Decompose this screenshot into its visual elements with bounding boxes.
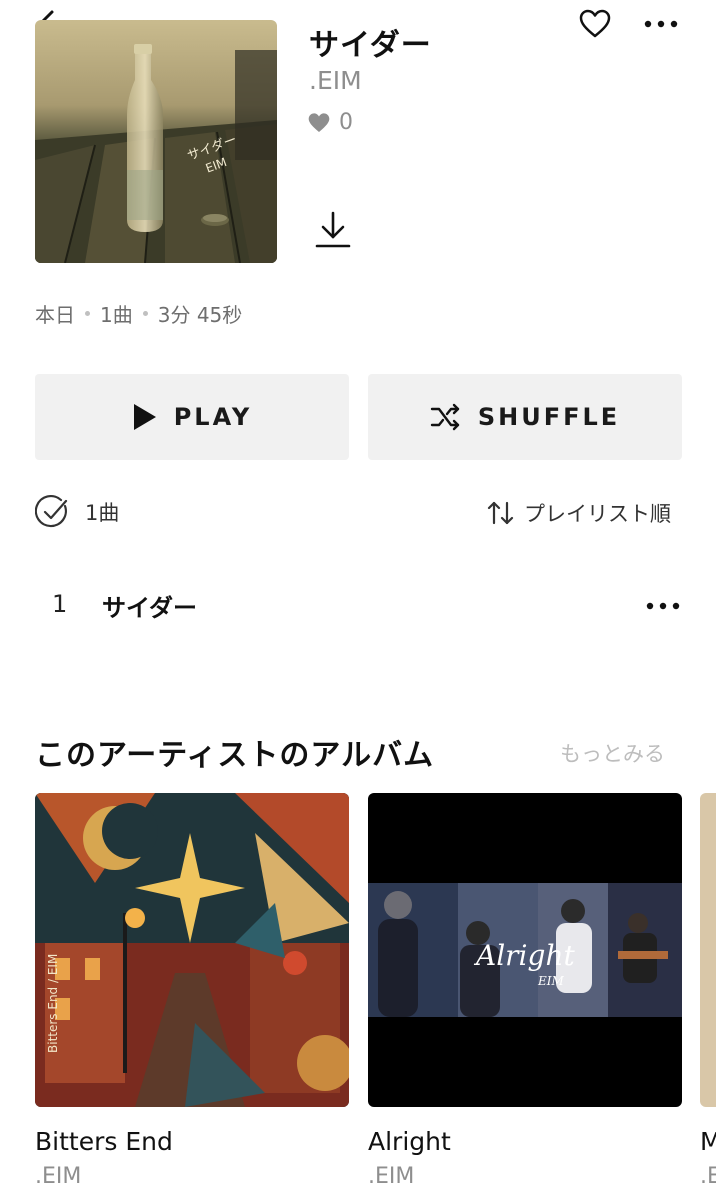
album-card-title: Bitters End xyxy=(35,1127,173,1156)
favorite-button[interactable] xyxy=(578,8,612,40)
play-label: PLAY xyxy=(173,403,253,431)
album-cover-subtext: EIM xyxy=(537,974,565,988)
album-card-artist: .EIM xyxy=(35,1164,82,1189)
album-art xyxy=(700,793,716,1107)
track-more-button[interactable] xyxy=(644,594,682,618)
download-button[interactable] xyxy=(314,210,352,250)
separator-dot xyxy=(85,311,90,316)
total-duration: 3分 45秒 xyxy=(157,303,243,327)
bitters-end-cover-image: Bitters End / EIM xyxy=(35,793,349,1107)
like-count-value: 0 xyxy=(339,110,353,135)
album-card-title: M xyxy=(700,1127,716,1156)
sort-order-button[interactable]: プレイリスト順 xyxy=(486,498,671,528)
see-more-link[interactable]: もっとみる xyxy=(560,738,665,768)
heart-outline-icon xyxy=(579,9,611,38)
more-options-button[interactable] xyxy=(642,12,680,36)
album-cover[interactable]: サイダー EIM xyxy=(35,20,277,263)
more-horizontal-icon xyxy=(644,20,678,28)
album-card-title: Alright xyxy=(368,1127,451,1156)
check-circle-icon xyxy=(35,495,68,528)
cover-art-image: サイダー EIM xyxy=(35,20,277,263)
separator-dot xyxy=(142,311,148,316)
shuffle-icon xyxy=(430,403,460,431)
more-horizontal-icon xyxy=(646,602,680,610)
album-cover-text: Bitters End / EIM xyxy=(46,954,60,1053)
download-icon xyxy=(315,211,351,248)
album-cover-text: Alright xyxy=(473,939,575,972)
play-button[interactable]: PLAY xyxy=(35,374,349,460)
track-count: 1曲 xyxy=(100,303,133,327)
like-count: 0 xyxy=(307,110,353,135)
play-icon xyxy=(133,404,156,430)
track-number: 1 xyxy=(52,590,68,618)
sort-label: プレイリスト順 xyxy=(524,502,671,526)
heart-filled-icon xyxy=(308,112,330,132)
alright-cover-image: Alright EIM xyxy=(368,793,682,1107)
album-card-artist: .EIM xyxy=(368,1164,415,1189)
select-count-label: 1曲 xyxy=(85,501,120,525)
album-art: Bitters End / EIM xyxy=(35,793,349,1107)
release-date: 本日 xyxy=(35,303,75,327)
album-meta: 本日 1曲 3分 45秒 xyxy=(35,299,242,328)
shuffle-label: SHUFFLE xyxy=(477,403,621,431)
artist-name[interactable]: .EIM xyxy=(309,66,362,95)
album-card-artist: .E xyxy=(700,1164,716,1189)
album-title: サイダー xyxy=(309,28,432,63)
album-card[interactable]: Alright EIM Alright .EIM xyxy=(368,793,682,1189)
shuffle-button[interactable]: SHUFFLE xyxy=(368,374,682,460)
section-title: このアーティストのアルバム xyxy=(35,738,435,773)
album-card[interactable]: Bitters End / EIM Bitters End .EIM xyxy=(35,793,349,1189)
select-tracks-toggle[interactable]: 1曲 xyxy=(35,494,119,530)
album-art: Alright EIM xyxy=(368,793,682,1107)
track-title: サイダー xyxy=(102,594,198,622)
sort-arrows-icon xyxy=(487,501,514,525)
album-card[interactable]: M .E xyxy=(700,793,716,1189)
